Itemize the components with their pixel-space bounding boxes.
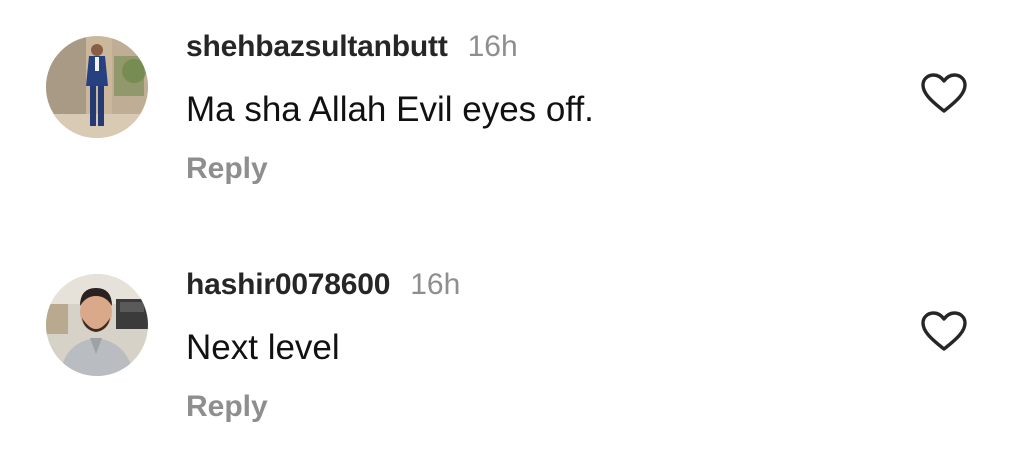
username[interactable]: hashir0078600: [186, 268, 390, 302]
avatar-photo: [46, 36, 148, 138]
heart-outline-icon: [921, 311, 967, 351]
avatar[interactable]: [46, 36, 148, 138]
avatar-photo: [46, 274, 148, 376]
reply-button[interactable]: Reply: [186, 152, 268, 186]
comment-text: Next level: [186, 328, 340, 367]
username[interactable]: shehbazsultanbutt: [186, 30, 448, 64]
like-button[interactable]: [920, 310, 968, 352]
timestamp: 16h: [410, 268, 461, 301]
reply-button[interactable]: Reply: [186, 390, 268, 424]
heart-outline-icon: [921, 73, 967, 113]
comment-meta: shehbazsultanbutt 16h: [186, 30, 518, 70]
comment-meta: hashir0078600 16h: [186, 268, 460, 308]
avatar[interactable]: [46, 274, 148, 376]
like-button[interactable]: [920, 72, 968, 114]
comment-text: Ma sha Allah Evil eyes off.: [186, 90, 594, 129]
timestamp: 16h: [467, 30, 518, 63]
